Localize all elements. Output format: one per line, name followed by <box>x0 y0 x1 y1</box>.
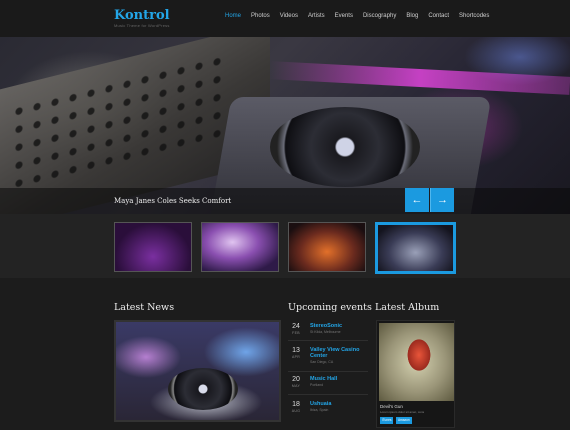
itunes-button[interactable]: iTunes <box>380 417 394 424</box>
event-date: 24 FEB <box>288 323 304 335</box>
nav-item-blog[interactable]: Blog <box>406 13 418 19</box>
event-day: 18 <box>292 401 300 408</box>
slide-thumbnail[interactable] <box>201 222 279 272</box>
nav-item-discography[interactable]: Discography <box>363 13 396 19</box>
hero-caption[interactable]: Maya Janes Coles Seeks Comfort <box>114 197 231 205</box>
nav-item-shortcodes[interactable]: Shortcodes <box>459 13 489 19</box>
event-info: StereoSonic St Kilda, Melbourne <box>310 323 376 334</box>
event-day: 13 <box>292 347 300 354</box>
event-title[interactable]: Valley View Casino Center <box>310 347 376 359</box>
turntable-platter-graphic <box>270 107 420 187</box>
event-title[interactable]: Music Hall <box>310 376 376 382</box>
slide-thumbnail[interactable] <box>114 222 192 272</box>
site-logo[interactable]: Kontrol Music Theme for WordPress <box>114 9 170 28</box>
upcoming-events-heading: Upcoming events <box>288 302 372 313</box>
nav-item-artists[interactable]: Artists <box>308 13 325 19</box>
nav-item-photos[interactable]: Photos <box>251 13 270 19</box>
site-tagline: Music Theme for WordPress <box>114 23 170 28</box>
slide-thumbnail[interactable] <box>288 222 366 272</box>
event-month: AUG <box>291 409 301 413</box>
slider-next-button[interactable]: → <box>430 188 454 212</box>
event-divider <box>288 371 368 372</box>
event-date: 20 MAY <box>288 376 304 388</box>
amazon-button[interactable]: Amazon <box>396 417 412 424</box>
arrow-left-icon: ← <box>411 194 423 206</box>
nav-item-videos[interactable]: Videos <box>280 13 298 19</box>
news-turntable-graphic <box>168 368 238 410</box>
stage-light-graphic <box>269 61 570 95</box>
event-divider <box>288 394 368 395</box>
event-day: 20 <box>292 376 300 383</box>
event-info: Music Hall Portland <box>310 376 376 387</box>
album-description: Lorem ipsum dolor sit amet, cons <box>380 410 425 414</box>
arrow-right-icon: → <box>437 194 448 206</box>
thumbnail-strip <box>0 214 570 278</box>
event-info: Valley View Casino Center San Diego, CA <box>310 347 376 364</box>
album-cover-image[interactable] <box>379 323 454 401</box>
slide-thumbnail-active[interactable] <box>375 222 456 274</box>
event-date: 18 AUG <box>288 401 304 413</box>
album-title[interactable]: Devil's Gun <box>380 404 403 409</box>
main-nav: Home Photos Videos Artists Events Discog… <box>225 13 499 19</box>
nav-item-home[interactable]: Home <box>225 13 241 19</box>
latest-news-heading: Latest News <box>114 302 175 313</box>
event-divider <box>288 340 368 341</box>
event-location: San Diego, CA <box>310 360 334 364</box>
album-card[interactable]: Devil's Gun Lorem ipsum dolor sit amet, … <box>376 320 455 428</box>
hero-caption-bar <box>0 188 570 214</box>
nav-item-contact[interactable]: Contact <box>428 13 449 19</box>
event-date: 13 APR <box>288 347 304 359</box>
event-month: MAY <box>291 384 301 388</box>
event-title[interactable]: StereoSonic <box>310 323 376 329</box>
event-location: Ibiza, Spain <box>310 408 329 412</box>
event-info: Ushuaia Ibiza, Spain <box>310 401 376 412</box>
site-title[interactable]: Kontrol <box>114 9 170 22</box>
event-month: APR <box>291 355 301 359</box>
event-location: St Kilda, Melbourne <box>310 330 341 334</box>
site-header: Kontrol Music Theme for WordPress Home P… <box>0 0 570 37</box>
event-title[interactable]: Ushuaia <box>310 401 376 407</box>
event-day: 24 <box>292 323 300 330</box>
event-location: Portland <box>310 383 324 387</box>
slider-prev-button[interactable]: ← <box>405 188 429 212</box>
latest-album-heading: Latest Album <box>375 302 440 313</box>
nav-item-events[interactable]: Events <box>335 13 353 19</box>
event-month: FEB <box>292 331 300 335</box>
